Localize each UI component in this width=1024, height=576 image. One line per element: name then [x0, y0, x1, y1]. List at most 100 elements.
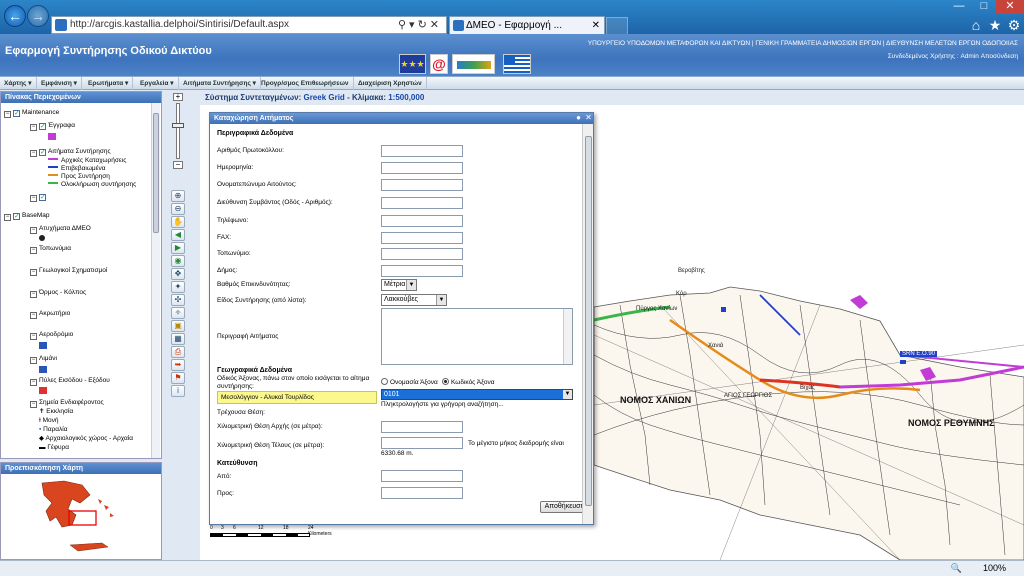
zoom-thumb[interactable]: [172, 123, 184, 128]
tree-node-basemap-layer[interactable]: − Πύλες Εισόδου - Εξόδου: [30, 376, 110, 386]
zoom-fixed-in-icon[interactable]: ✥: [171, 268, 185, 280]
measure-icon[interactable]: ✧: [171, 307, 185, 319]
collapse-icon[interactable]: −: [30, 124, 37, 131]
layer-checkbox[interactable]: ✓: [39, 149, 46, 156]
municipality-input[interactable]: [381, 265, 463, 277]
place-name-input[interactable]: [381, 248, 463, 260]
print-icon[interactable]: ⎙: [171, 346, 185, 358]
menu-map[interactable]: Χάρτης ▾: [0, 77, 37, 90]
collapse-icon[interactable]: −: [30, 247, 37, 254]
radio-button[interactable]: [381, 378, 388, 385]
tree-node-basemap-layer[interactable]: − Ατυχήματα ΔΜΕΟ: [30, 224, 91, 234]
clear-selection-icon[interactable]: ▦: [171, 333, 185, 345]
axis-name-field[interactable]: Μεσολόγγιον - Αλυκαί Τουρλίδος: [217, 391, 377, 404]
minimize-icon[interactable]: ●: [574, 114, 583, 123]
collapse-icon[interactable]: −: [4, 111, 11, 118]
next-extent-icon[interactable]: ▶: [171, 242, 185, 254]
collapse-icon[interactable]: −: [30, 195, 37, 202]
menu-user-management[interactable]: Διαχείριση Χρηστών: [354, 77, 427, 90]
axis-code-select[interactable]: 0101 ▼: [381, 389, 573, 400]
collapse-icon[interactable]: −: [30, 333, 37, 340]
radio-axis-code[interactable]: Κωδικός Άξονα: [442, 378, 494, 386]
end-position-input[interactable]: [381, 437, 463, 449]
start-position-input[interactable]: [381, 421, 463, 433]
browser-tab[interactable]: ΔΜΕΟ - Εφαρμογή ... ✕: [449, 16, 605, 34]
date-input[interactable]: [381, 162, 463, 174]
tree-node-unnamed[interactable]: − ✓: [30, 192, 48, 202]
layer-checkbox[interactable]: ✓: [13, 213, 20, 220]
tree-node-basemap-layer[interactable]: − Λιμάνι: [30, 354, 57, 364]
phone-input[interactable]: [381, 215, 463, 227]
tree-node-basemap-layer[interactable]: − Τοπωνύμια: [30, 244, 71, 254]
collapse-icon[interactable]: −: [30, 227, 37, 234]
layer-tree-scrollbar[interactable]: [151, 103, 160, 458]
zoom-slider[interactable]: + −: [172, 93, 184, 169]
user-line[interactable]: Συνδεδεμένος Χρήστης : Admin Αποσύνδεση: [588, 53, 1018, 60]
zoom-level[interactable]: 100%: [983, 561, 1006, 576]
layer-checkbox[interactable]: ✓: [39, 194, 46, 201]
close-icon[interactable]: ✕: [584, 114, 593, 123]
previous-extent-icon[interactable]: ◀: [171, 229, 185, 241]
protocol-number-input[interactable]: [381, 145, 463, 157]
radio-axis-name[interactable]: Ονομασία Άξονα: [381, 378, 438, 386]
collapse-icon[interactable]: −: [30, 269, 37, 276]
zoom-out-icon[interactable]: −: [173, 161, 183, 169]
collapse-icon[interactable]: −: [30, 291, 37, 298]
applicant-name-input[interactable]: [381, 179, 463, 191]
radio-button[interactable]: [442, 378, 449, 385]
dialog-title[interactable]: Καταχώρηση Αιτήματος: [210, 113, 593, 124]
minimize-window-icon[interactable]: —: [946, 0, 972, 14]
pan-hand-icon[interactable]: ✋: [171, 216, 185, 228]
zoom-in-icon[interactable]: +: [173, 93, 183, 101]
forward-button[interactable]: →: [27, 5, 49, 27]
favorites-star-icon[interactable]: ★: [987, 17, 1003, 33]
maximize-window-icon[interactable]: □: [972, 0, 996, 14]
tree-node-maintenance[interactable]: − ✓ Maintenance: [4, 108, 59, 118]
menu-maintenance-requests[interactable]: Αιτήματα Συντήρησης ▾: [179, 77, 261, 90]
zoom-out-tool-icon[interactable]: ⊖: [171, 203, 185, 215]
layer-checkbox[interactable]: ✓: [39, 123, 46, 130]
address-bar[interactable]: http://arcgis.kastallia.delphoi/Sintiris…: [51, 16, 447, 34]
collapse-icon[interactable]: −: [30, 357, 37, 364]
zoom-fixed-out-icon[interactable]: ✦: [171, 281, 185, 293]
urgency-select[interactable]: Μέτρια ▼: [381, 279, 417, 291]
tree-node-basemap[interactable]: − ✓ BaseMap: [4, 211, 49, 221]
home-icon[interactable]: ⌂: [968, 17, 984, 33]
info-icon[interactable]: i: [171, 385, 185, 397]
to-input[interactable]: [381, 487, 463, 499]
collapse-icon[interactable]: −: [30, 401, 37, 408]
overview-map[interactable]: [2, 475, 160, 559]
tree-node-documents[interactable]: − ✓ Έγγραφα: [30, 121, 75, 131]
collapse-icon[interactable]: −: [4, 214, 11, 221]
back-button[interactable]: ←: [4, 5, 26, 27]
dialog-scrollbar[interactable]: [582, 124, 593, 524]
full-extent-icon[interactable]: ◉: [171, 255, 185, 267]
new-tab-button[interactable]: [606, 17, 628, 34]
select-icon[interactable]: ▣: [171, 320, 185, 332]
maintenance-type-select[interactable]: Λακκούβες ▼: [381, 294, 447, 306]
zoom-magnifier-icon[interactable]: 🔍: [951, 561, 962, 576]
zoom-in-tool-icon[interactable]: ⊕: [171, 190, 185, 202]
zoom-track[interactable]: [176, 103, 180, 159]
identify-icon[interactable]: ✣: [171, 294, 185, 306]
collapse-icon[interactable]: −: [30, 150, 37, 157]
close-window-icon[interactable]: ✕: [996, 0, 1024, 14]
address-tools-icon[interactable]: ⚲▾↻✕: [398, 17, 442, 33]
collapse-icon[interactable]: −: [30, 312, 37, 319]
bookmark-icon[interactable]: ⚑: [171, 372, 185, 384]
menu-inspection-scheduling[interactable]: Προγρ/σμος Επιθεωρήσεων: [257, 77, 354, 90]
menu-view[interactable]: Εμφάνιση ▾: [37, 77, 82, 90]
gear-icon[interactable]: ⚙: [1006, 17, 1022, 33]
save-button[interactable]: Αποθήκευση: [540, 501, 582, 513]
from-input[interactable]: [381, 470, 463, 482]
tree-node-basemap-layer[interactable]: − Ακρωτήριο: [30, 309, 70, 319]
menu-queries[interactable]: Ερωτήματα ▾: [84, 77, 134, 90]
tree-node-basemap-layer[interactable]: − Αεροδρόμιο: [30, 330, 73, 340]
close-tab-icon[interactable]: ✕: [592, 17, 600, 34]
layer-checkbox[interactable]: ✓: [13, 110, 20, 117]
fax-input[interactable]: [381, 232, 463, 244]
menu-tools[interactable]: Εργαλεία ▾: [136, 77, 179, 90]
address-input[interactable]: [381, 197, 463, 209]
collapse-icon[interactable]: −: [30, 379, 37, 386]
tree-node-basemap-layer[interactable]: − Όρμος - Κόλπος: [30, 288, 86, 298]
